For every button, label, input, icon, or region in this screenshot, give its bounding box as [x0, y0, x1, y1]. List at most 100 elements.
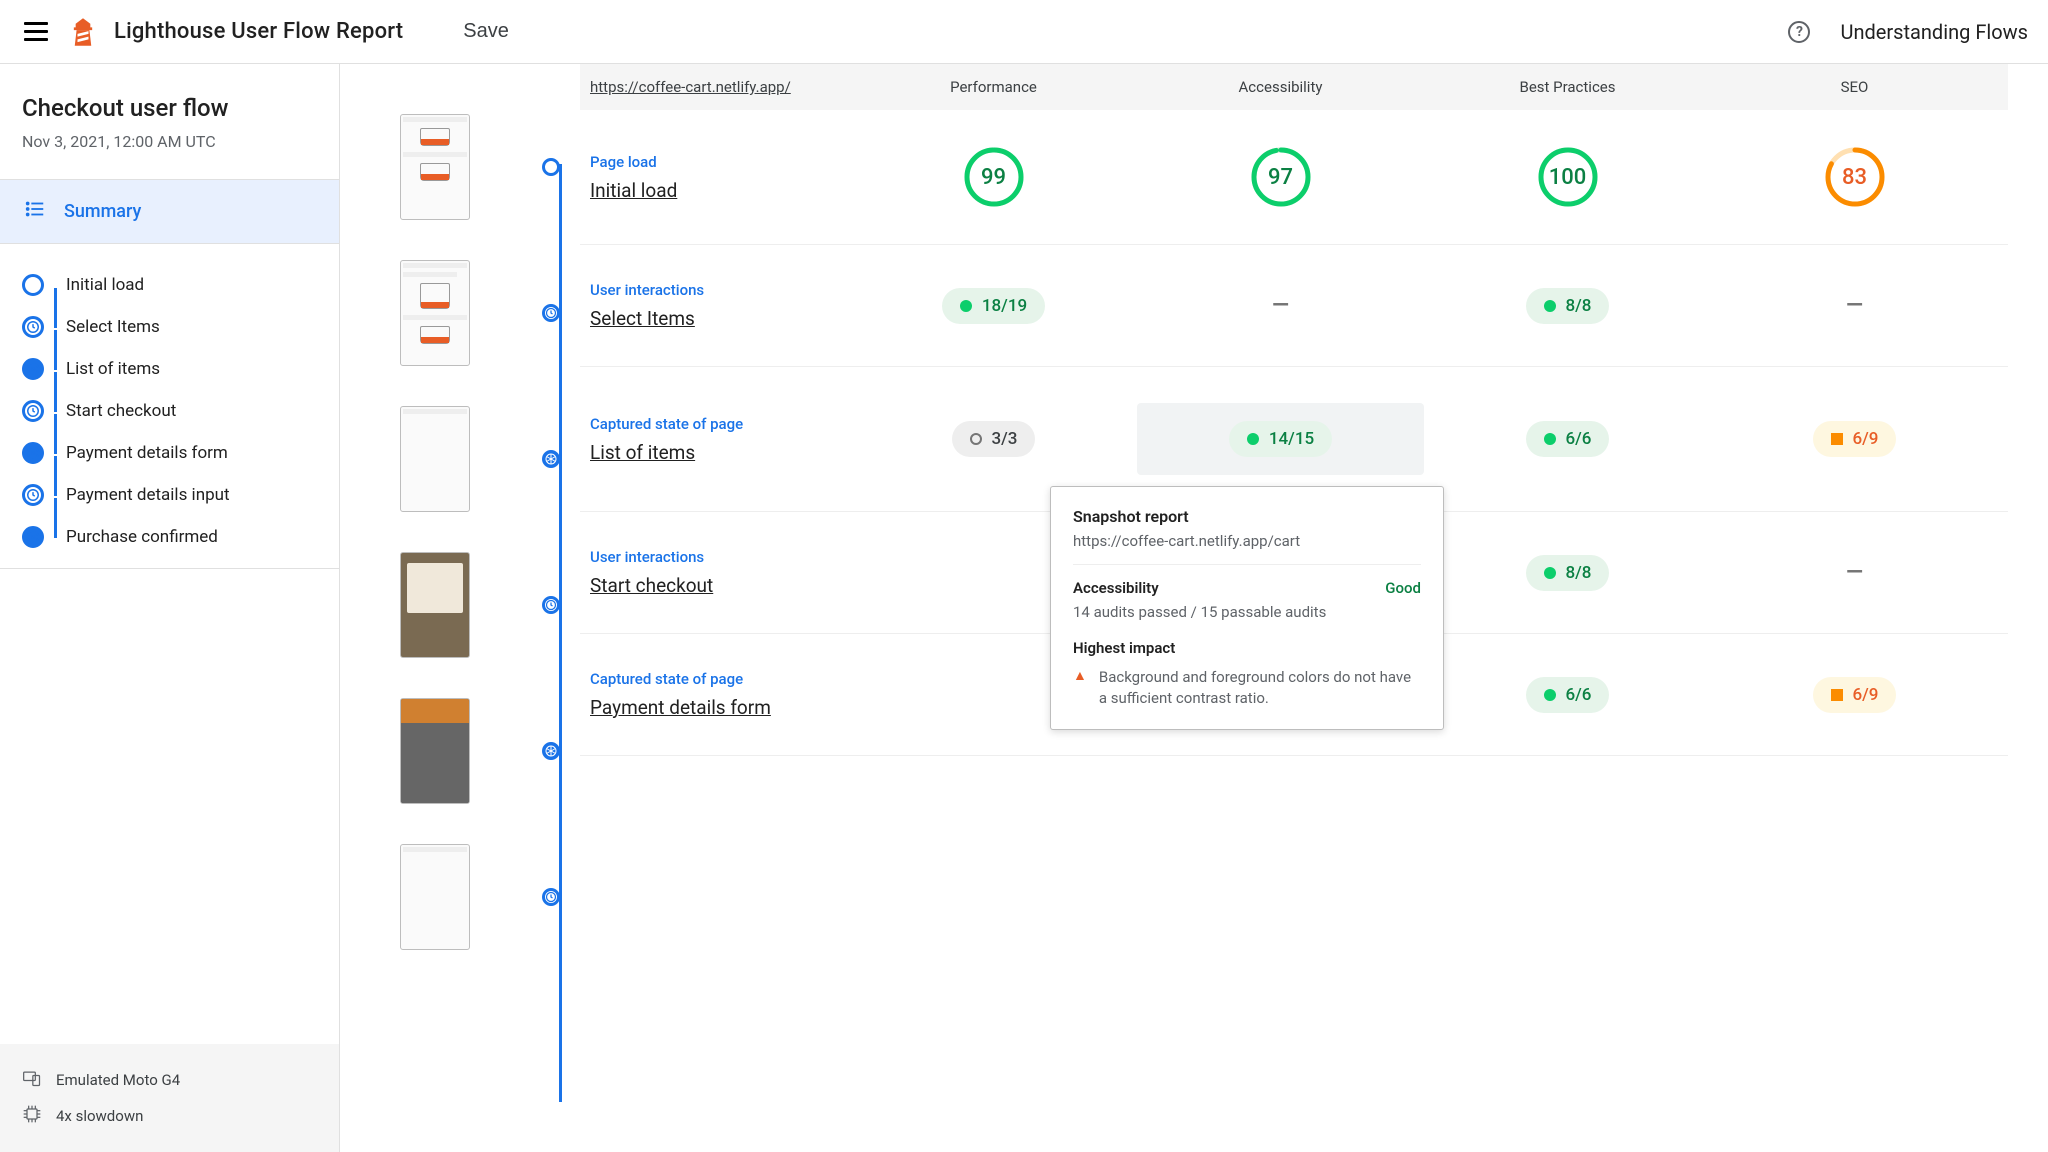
help-icon[interactable]: ? — [1788, 21, 1810, 43]
circle-icon — [22, 274, 44, 296]
tooltip-title: Snapshot report — [1073, 507, 1421, 526]
menu-icon[interactable] — [20, 18, 52, 45]
tooltip-impact-title: Highest impact — [1073, 639, 1421, 657]
flow-row: Page load Initial load 99 97 100 83 — [580, 110, 2008, 245]
sidebar-step-label: Start checkout — [66, 401, 176, 421]
score-pill[interactable]: 8/8 — [1526, 288, 1610, 324]
tooltip-url: https://coffee-cart.netlify.app/cart — [1073, 532, 1421, 550]
step-kind: Page load — [590, 153, 850, 171]
save-button[interactable]: Save — [463, 20, 509, 43]
tooltip-status: Good — [1385, 579, 1421, 597]
sidebar-summary[interactable]: Summary — [0, 180, 339, 243]
aperture-icon — [22, 526, 44, 548]
url-header[interactable]: https://coffee-cart.netlify.app/ — [590, 78, 850, 96]
score-gauge[interactable]: 99 — [963, 146, 1025, 208]
sidebar: Checkout user flow Nov 3, 2021, 12:00 AM… — [0, 64, 340, 1152]
flow-title: Checkout user flow — [22, 94, 317, 122]
perf-header: Performance — [850, 78, 1137, 96]
score-gauge[interactable]: 100 — [1537, 146, 1599, 208]
score-pill[interactable]: 6/9 — [1813, 677, 1897, 713]
timeline-column — [340, 64, 580, 1152]
sidebar-step-label: Select Items — [66, 317, 160, 337]
score-gauge[interactable]: 97 — [1250, 146, 1312, 208]
tooltip-impact-text: Background and foreground colors do not … — [1099, 667, 1421, 709]
sidebar-step-label: Purchase confirmed — [66, 527, 218, 547]
screenshot-thumbnail — [400, 260, 470, 366]
score-gauge[interactable]: 83 — [1824, 146, 1886, 208]
step-name[interactable]: Initial load — [590, 179, 850, 202]
bp-header: Best Practices — [1424, 78, 1711, 96]
sidebar-footer: Emulated Moto G4 4x slowdown — [0, 1044, 339, 1152]
screenshot-thumbnail — [400, 406, 470, 512]
score-pill[interactable]: 6/6 — [1526, 421, 1610, 457]
tooltip-category: Accessibility — [1073, 579, 1159, 597]
app-header: Lighthouse User Flow Report Save ? Under… — [0, 0, 2048, 64]
step-name[interactable]: Start checkout — [590, 574, 850, 597]
list-icon — [24, 198, 46, 225]
step-kind: User interactions — [590, 548, 850, 566]
score-pill[interactable]: 14/15 — [1229, 421, 1332, 457]
screenshot-thumbnail — [400, 114, 470, 220]
aperture-icon — [542, 742, 560, 760]
step-name[interactable]: Select Items — [590, 307, 850, 330]
device-label: Emulated Moto G4 — [56, 1071, 180, 1089]
tooltip-sub: 14 audits passed / 15 passable audits — [1073, 603, 1421, 621]
clock-icon — [542, 304, 560, 322]
sidebar-step[interactable]: Start checkout — [22, 390, 339, 432]
understanding-flows-link[interactable]: Understanding Flows — [1840, 20, 2028, 44]
sidebar-step[interactable]: Initial load — [22, 264, 339, 306]
aperture-icon — [22, 442, 44, 464]
screenshot-thumbnail — [400, 698, 470, 804]
score-pill[interactable]: 8/8 — [1526, 555, 1610, 591]
score-pill[interactable]: 18/19 — [942, 288, 1045, 324]
not-applicable: — — [1846, 560, 1863, 585]
clock-icon — [542, 596, 560, 614]
timeline-step[interactable] — [400, 698, 570, 804]
score-pill[interactable]: 6/9 — [1813, 421, 1897, 457]
step-name[interactable]: Payment details form — [590, 696, 850, 719]
lighthouse-logo-icon — [72, 18, 94, 46]
clock-icon — [22, 400, 44, 422]
sidebar-step-label: Initial load — [66, 275, 144, 295]
sidebar-step[interactable]: Select Items — [22, 306, 339, 348]
sidebar-step-label: List of items — [66, 359, 160, 379]
seo-header: SEO — [1711, 78, 1998, 96]
not-applicable: — — [1846, 293, 1863, 318]
step-kind: Captured state of page — [590, 415, 850, 433]
main-content: https://coffee-cart.netlify.app/ Perform… — [340, 64, 2048, 1152]
sidebar-step[interactable]: Payment details input — [22, 474, 339, 516]
sidebar-step-label: Payment details input — [66, 485, 230, 505]
device-icon — [22, 1068, 42, 1092]
sidebar-step-label: Payment details form — [66, 443, 228, 463]
app-title: Lighthouse User Flow Report — [114, 19, 403, 44]
step-kind: Captured state of page — [590, 670, 850, 688]
sidebar-step[interactable]: Purchase confirmed — [22, 516, 339, 558]
column-headers: https://coffee-cart.netlify.app/ Perform… — [580, 64, 2008, 110]
cpu-icon — [22, 1104, 42, 1128]
timeline-step[interactable] — [400, 114, 570, 220]
aperture-icon — [542, 450, 560, 468]
timeline-step[interactable] — [400, 260, 570, 366]
timeline-step[interactable] — [400, 552, 570, 658]
a11y-header: Accessibility — [1137, 78, 1424, 96]
score-pill[interactable]: 6/6 — [1526, 677, 1610, 713]
clock-icon — [542, 888, 560, 906]
sidebar-summary-label: Summary — [64, 201, 141, 222]
aperture-icon — [22, 358, 44, 380]
not-applicable: — — [1272, 293, 1289, 318]
sidebar-step[interactable]: List of items — [22, 348, 339, 390]
throttle-label: 4x slowdown — [56, 1107, 143, 1125]
clock-icon — [22, 316, 44, 338]
screenshot-thumbnail — [400, 844, 470, 950]
timeline-step[interactable] — [400, 406, 570, 512]
score-pill[interactable]: 3/3 — [952, 421, 1036, 457]
sidebar-step[interactable]: Payment details form — [22, 432, 339, 474]
snapshot-tooltip: Snapshot report https://coffee-cart.netl… — [1050, 486, 1444, 730]
warning-triangle-icon: ▲ — [1073, 667, 1087, 709]
screenshot-thumbnail — [400, 552, 470, 658]
circle-icon — [542, 158, 560, 176]
step-name[interactable]: List of items — [590, 441, 850, 464]
flow-row: User interactions Select Items 18/19 — 8/8 — — [580, 245, 2008, 367]
step-kind: User interactions — [590, 281, 850, 299]
timeline-step[interactable] — [400, 844, 570, 950]
